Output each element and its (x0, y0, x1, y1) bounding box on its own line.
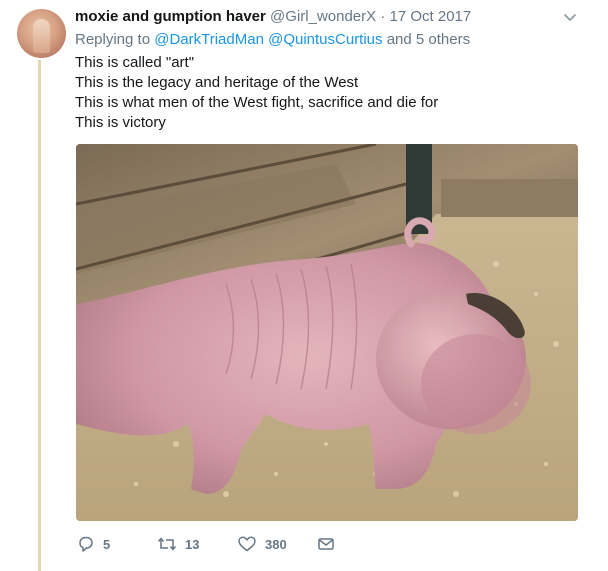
pig-photo-illustration (76, 144, 578, 521)
direct-message-button[interactable] (317, 533, 343, 555)
reply-count: 5 (103, 536, 111, 552)
tweet-text: This is called "art" This is the legacy … (75, 53, 438, 133)
tweet-line: This is what men of the West fight, sacr… (75, 94, 439, 111)
avatar-figure (33, 19, 50, 53)
tweet-photo[interactable] (76, 144, 578, 521)
replying-to: Replying to @DarkTriadMan @QuintusCurtiu… (75, 30, 470, 50)
like-count: 380 (265, 536, 287, 552)
reply-icon (79, 536, 93, 552)
reply-user-link[interactable]: @QuintusCurtius (268, 31, 382, 48)
separator: · (380, 8, 386, 25)
retweet-icon (157, 537, 177, 551)
reply-button[interactable]: 5 (77, 533, 110, 555)
envelope-icon (318, 538, 334, 550)
author-name[interactable]: moxie and gumption haver (75, 8, 266, 25)
avatar[interactable] (17, 9, 66, 58)
retweet-button[interactable]: 13 (157, 533, 199, 555)
heart-icon (238, 536, 256, 552)
retweet-count: 13 (185, 536, 200, 552)
replying-suffix[interactable]: and 5 others (387, 31, 470, 48)
tweet-line: This is called "art" (75, 54, 195, 71)
chevron-down-icon[interactable] (562, 9, 578, 25)
like-button[interactable]: 380 (237, 533, 287, 555)
tweet-line: This is victory (75, 114, 166, 131)
tweet-header: moxie and gumption haver @Girl_wonderX ·… (75, 7, 471, 27)
tweet-actions: 5 13 380 (75, 533, 375, 555)
tweet-date[interactable]: 17 Oct 2017 (390, 8, 472, 25)
thread-line (38, 60, 41, 571)
tweet-line: This is the legacy and heritage of the W… (75, 74, 359, 91)
tweet: moxie and gumption haver @Girl_wonderX ·… (0, 0, 608, 571)
author-handle[interactable]: @Girl_wonderX (270, 8, 376, 25)
reply-user-link[interactable]: @DarkTriadMan (154, 31, 264, 48)
replying-prefix: Replying to (75, 31, 151, 48)
